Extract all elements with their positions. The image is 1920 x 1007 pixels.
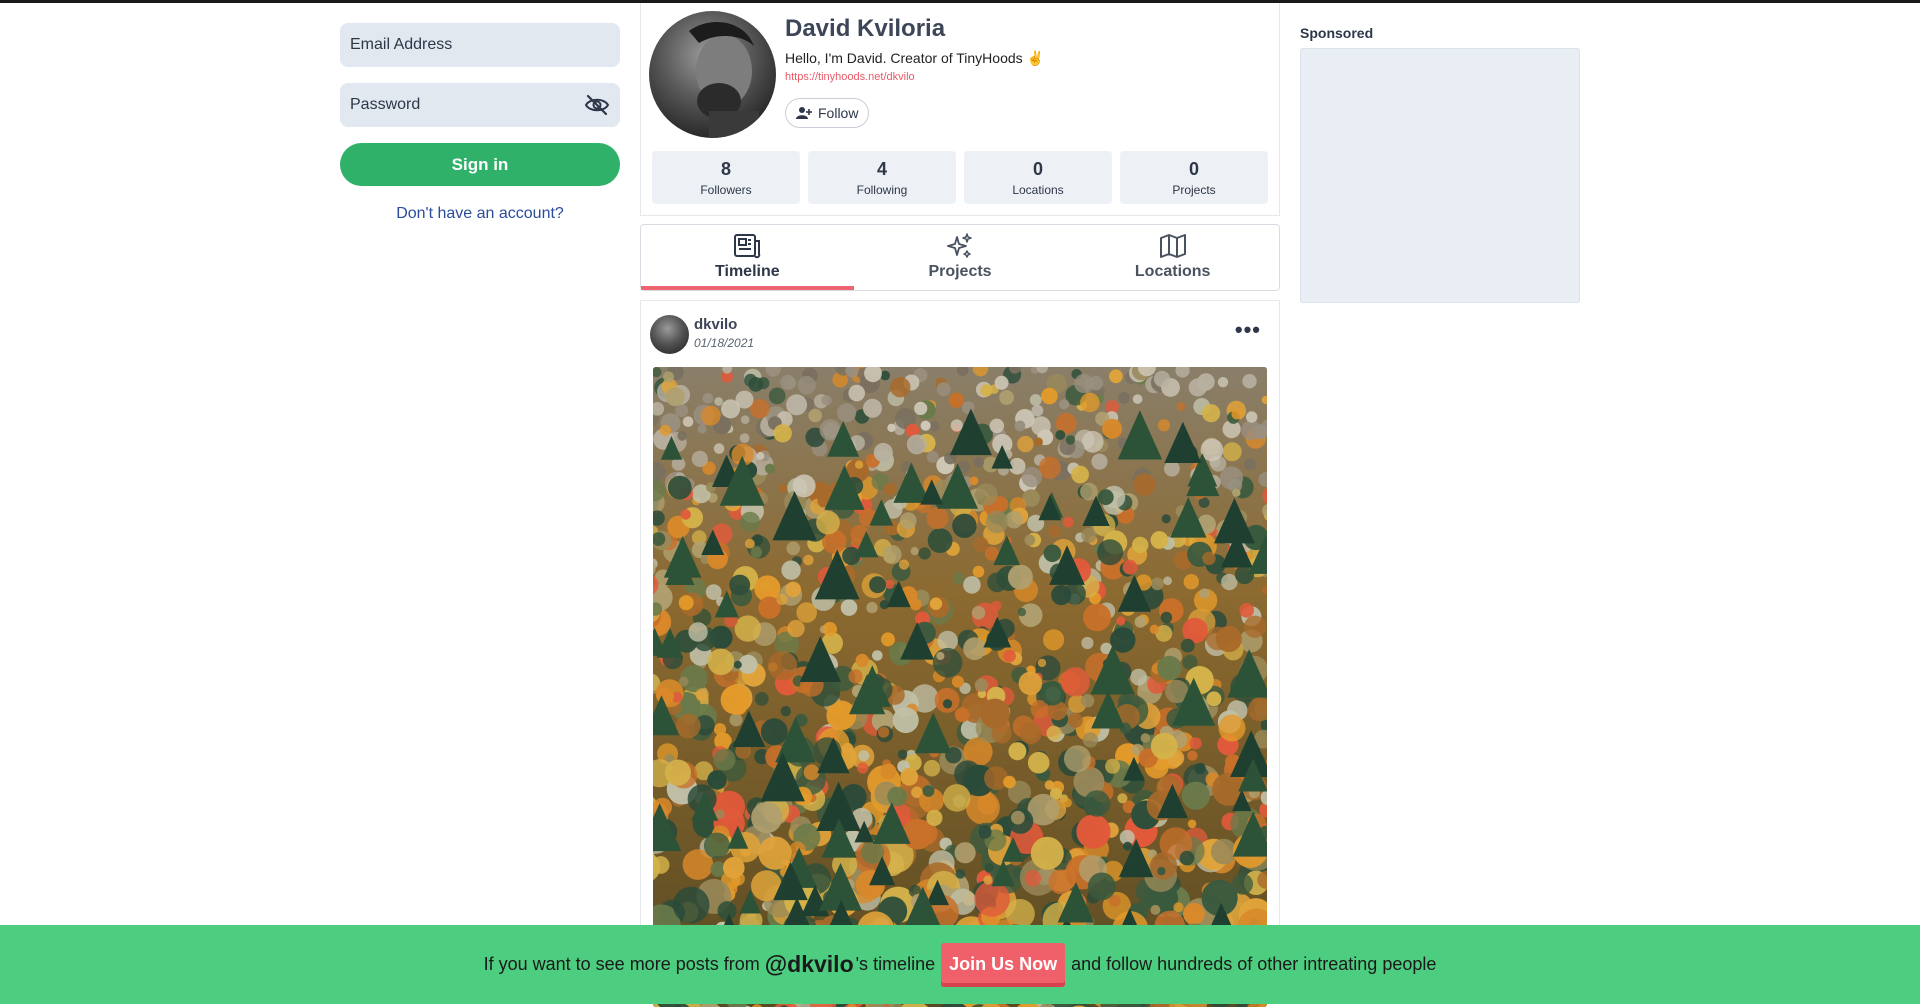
post-author-avatar[interactable] (650, 315, 689, 354)
tab-timeline[interactable]: Timeline (641, 225, 854, 290)
tab-label: Locations (1135, 263, 1211, 281)
profile-stats: 8 Followers 4 Following 0 Locations 0 Pr… (652, 151, 1268, 204)
post-author-username[interactable]: dkvilo (694, 316, 737, 333)
email-field[interactable]: Email Address (340, 23, 620, 67)
signin-form: Email Address Password Sign in Don't hav… (340, 23, 620, 223)
stat-label: Locations (1012, 183, 1063, 197)
tab-locations[interactable]: Locations (1066, 225, 1279, 290)
signup-link[interactable]: Don't have an account? (340, 205, 620, 223)
eye-off-icon[interactable] (584, 94, 610, 116)
banner-prefix: If you want to see more posts from (484, 954, 760, 975)
join-banner: If you want to see more posts from @dkvi… (0, 925, 1920, 1004)
join-now-button[interactable]: Join Us Now (941, 943, 1065, 987)
password-placeholder: Password (350, 96, 420, 114)
stat-projects[interactable]: 0 Projects (1120, 151, 1268, 204)
stat-value: 0 (1189, 159, 1199, 179)
stat-followers[interactable]: 8 Followers (652, 151, 800, 204)
stat-following[interactable]: 4 Following (808, 151, 956, 204)
post-photo[interactable] (653, 367, 1267, 1007)
signin-button[interactable]: Sign in (340, 143, 620, 186)
profile-card: David Kviloria Hello, I'm David. Creator… (640, 3, 1280, 216)
banner-tail: and follow hundreds of other intreating … (1071, 954, 1436, 975)
newspaper-icon (732, 231, 762, 261)
password-field[interactable]: Password (340, 83, 620, 127)
stat-value: 0 (1033, 159, 1043, 179)
profile-link[interactable]: https://tinyhoods.net/dkvilo (785, 71, 915, 83)
banner-timeline-text: 's timeline (856, 954, 935, 975)
stat-value: 4 (877, 159, 887, 179)
stat-label: Followers (700, 183, 751, 197)
stat-label: Following (857, 183, 908, 197)
profile-bio: Hello, I'm David. Creator of TinyHoods ✌… (785, 50, 1044, 67)
sponsored-label: Sponsored (1300, 25, 1373, 41)
follow-button[interactable]: Follow (785, 98, 869, 128)
email-placeholder: Email Address (350, 36, 452, 54)
map-icon (1158, 231, 1188, 261)
profile-name: David Kviloria (785, 15, 945, 43)
profile-avatar (649, 11, 776, 138)
timeline-post: dkvilo 01/18/2021 ••• (640, 300, 1280, 1004)
post-date: 01/18/2021 (694, 336, 754, 350)
user-plus-icon (796, 106, 812, 120)
tab-projects[interactable]: Projects (854, 225, 1067, 290)
banner-handle[interactable]: @dkvilo (765, 951, 854, 978)
tab-label: Projects (928, 263, 991, 281)
tab-label: Timeline (715, 263, 780, 281)
stat-locations[interactable]: 0 Locations (964, 151, 1112, 204)
sparkles-icon (945, 231, 975, 261)
sponsored-ad-slot[interactable] (1300, 48, 1580, 303)
follow-label: Follow (818, 105, 858, 121)
stat-label: Projects (1172, 183, 1215, 197)
profile-tabs: Timeline Projects Locations (640, 224, 1280, 291)
stat-value: 8 (721, 159, 731, 179)
more-horizontal-icon[interactable]: ••• (1235, 325, 1261, 335)
